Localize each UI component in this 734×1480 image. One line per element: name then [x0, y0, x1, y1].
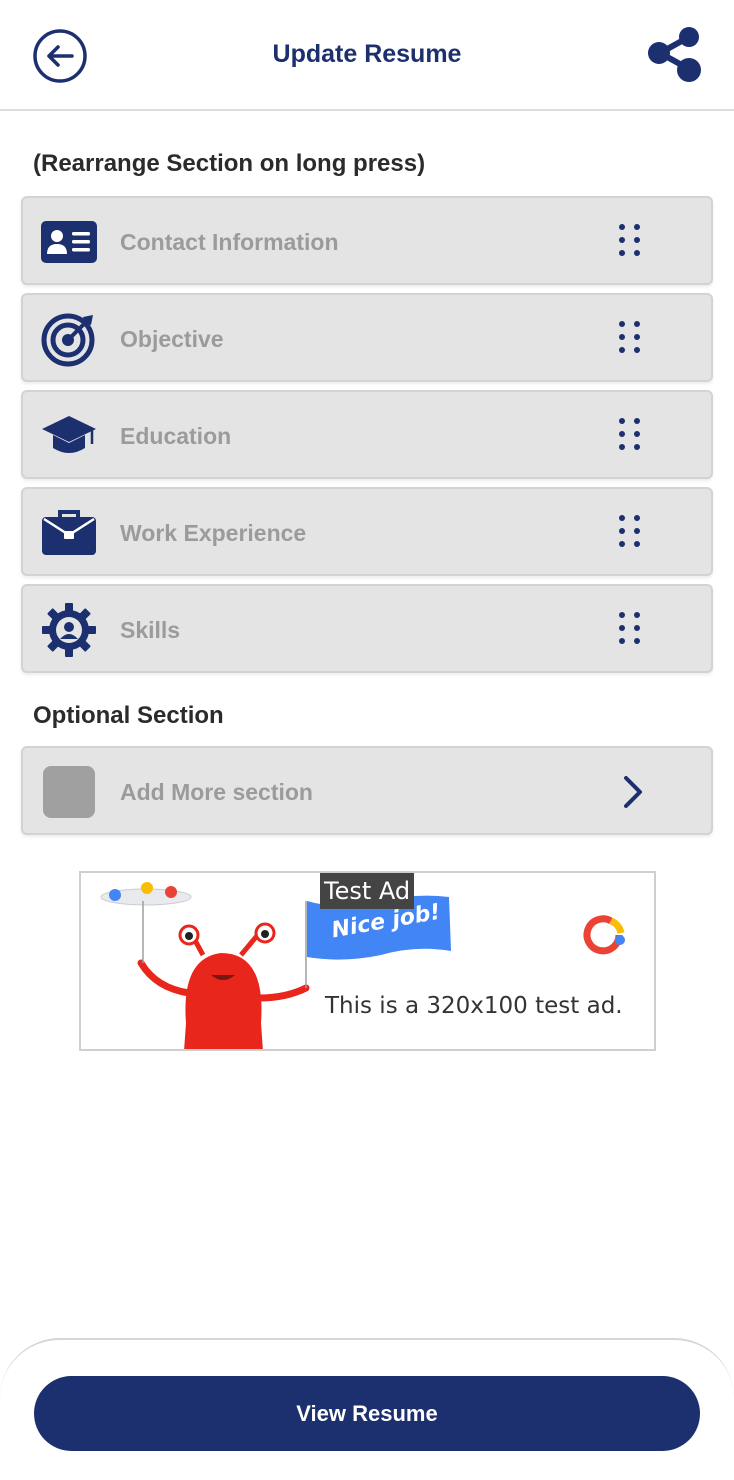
- section-row-work-experience[interactable]: Work Experience: [21, 487, 713, 576]
- section-label: Objective: [120, 326, 224, 352]
- section-label: Work Experience: [120, 520, 307, 546]
- rearrange-heading: (Rearrange Section on long press): [33, 150, 426, 177]
- placeholder-square-icon: [41, 766, 97, 818]
- drag-handle-icon[interactable]: [619, 515, 641, 549]
- share-icon: [648, 27, 701, 82]
- drag-handle-icon[interactable]: [619, 418, 641, 452]
- page-title: Update Resume: [272, 40, 462, 68]
- section-row-education[interactable]: Education: [21, 390, 713, 479]
- app-header: Update Resume: [0, 0, 734, 111]
- add-more-section-row[interactable]: Add More section: [21, 746, 713, 835]
- section-label: Education: [120, 423, 232, 449]
- chevron-right-icon: [615, 774, 651, 810]
- section-label: Skills: [120, 617, 181, 643]
- optional-section-heading: Optional Section: [33, 702, 224, 729]
- section-row-contact-information[interactable]: Contact Information: [21, 196, 713, 285]
- graduation-cap-icon: [41, 410, 97, 462]
- app-root: Update Resume (Rearrange Section on long…: [0, 0, 734, 1480]
- briefcase-icon: [41, 507, 97, 559]
- drag-handle-icon[interactable]: [619, 612, 641, 646]
- drag-handle-icon[interactable]: [619, 321, 641, 355]
- add-more-label: Add More section: [120, 779, 313, 805]
- share-button[interactable]: [644, 24, 706, 86]
- ad-body-text: This is a 320x100 test ad.: [325, 993, 623, 1019]
- target-icon: [41, 313, 97, 367]
- test-ad-banner[interactable]: Nice job! Test Ad This is a 320x100 test…: [79, 871, 656, 1051]
- drag-handle-icon[interactable]: [619, 224, 641, 258]
- view-resume-button[interactable]: View Resume: [34, 1376, 700, 1451]
- section-row-skills[interactable]: Skills: [21, 584, 713, 673]
- contact-card-icon: [41, 216, 97, 268]
- gear-user-icon: [41, 603, 97, 657]
- section-label: Contact Information: [120, 229, 339, 255]
- section-row-objective[interactable]: Objective: [21, 293, 713, 382]
- test-ad-badge: Test Ad: [320, 873, 415, 909]
